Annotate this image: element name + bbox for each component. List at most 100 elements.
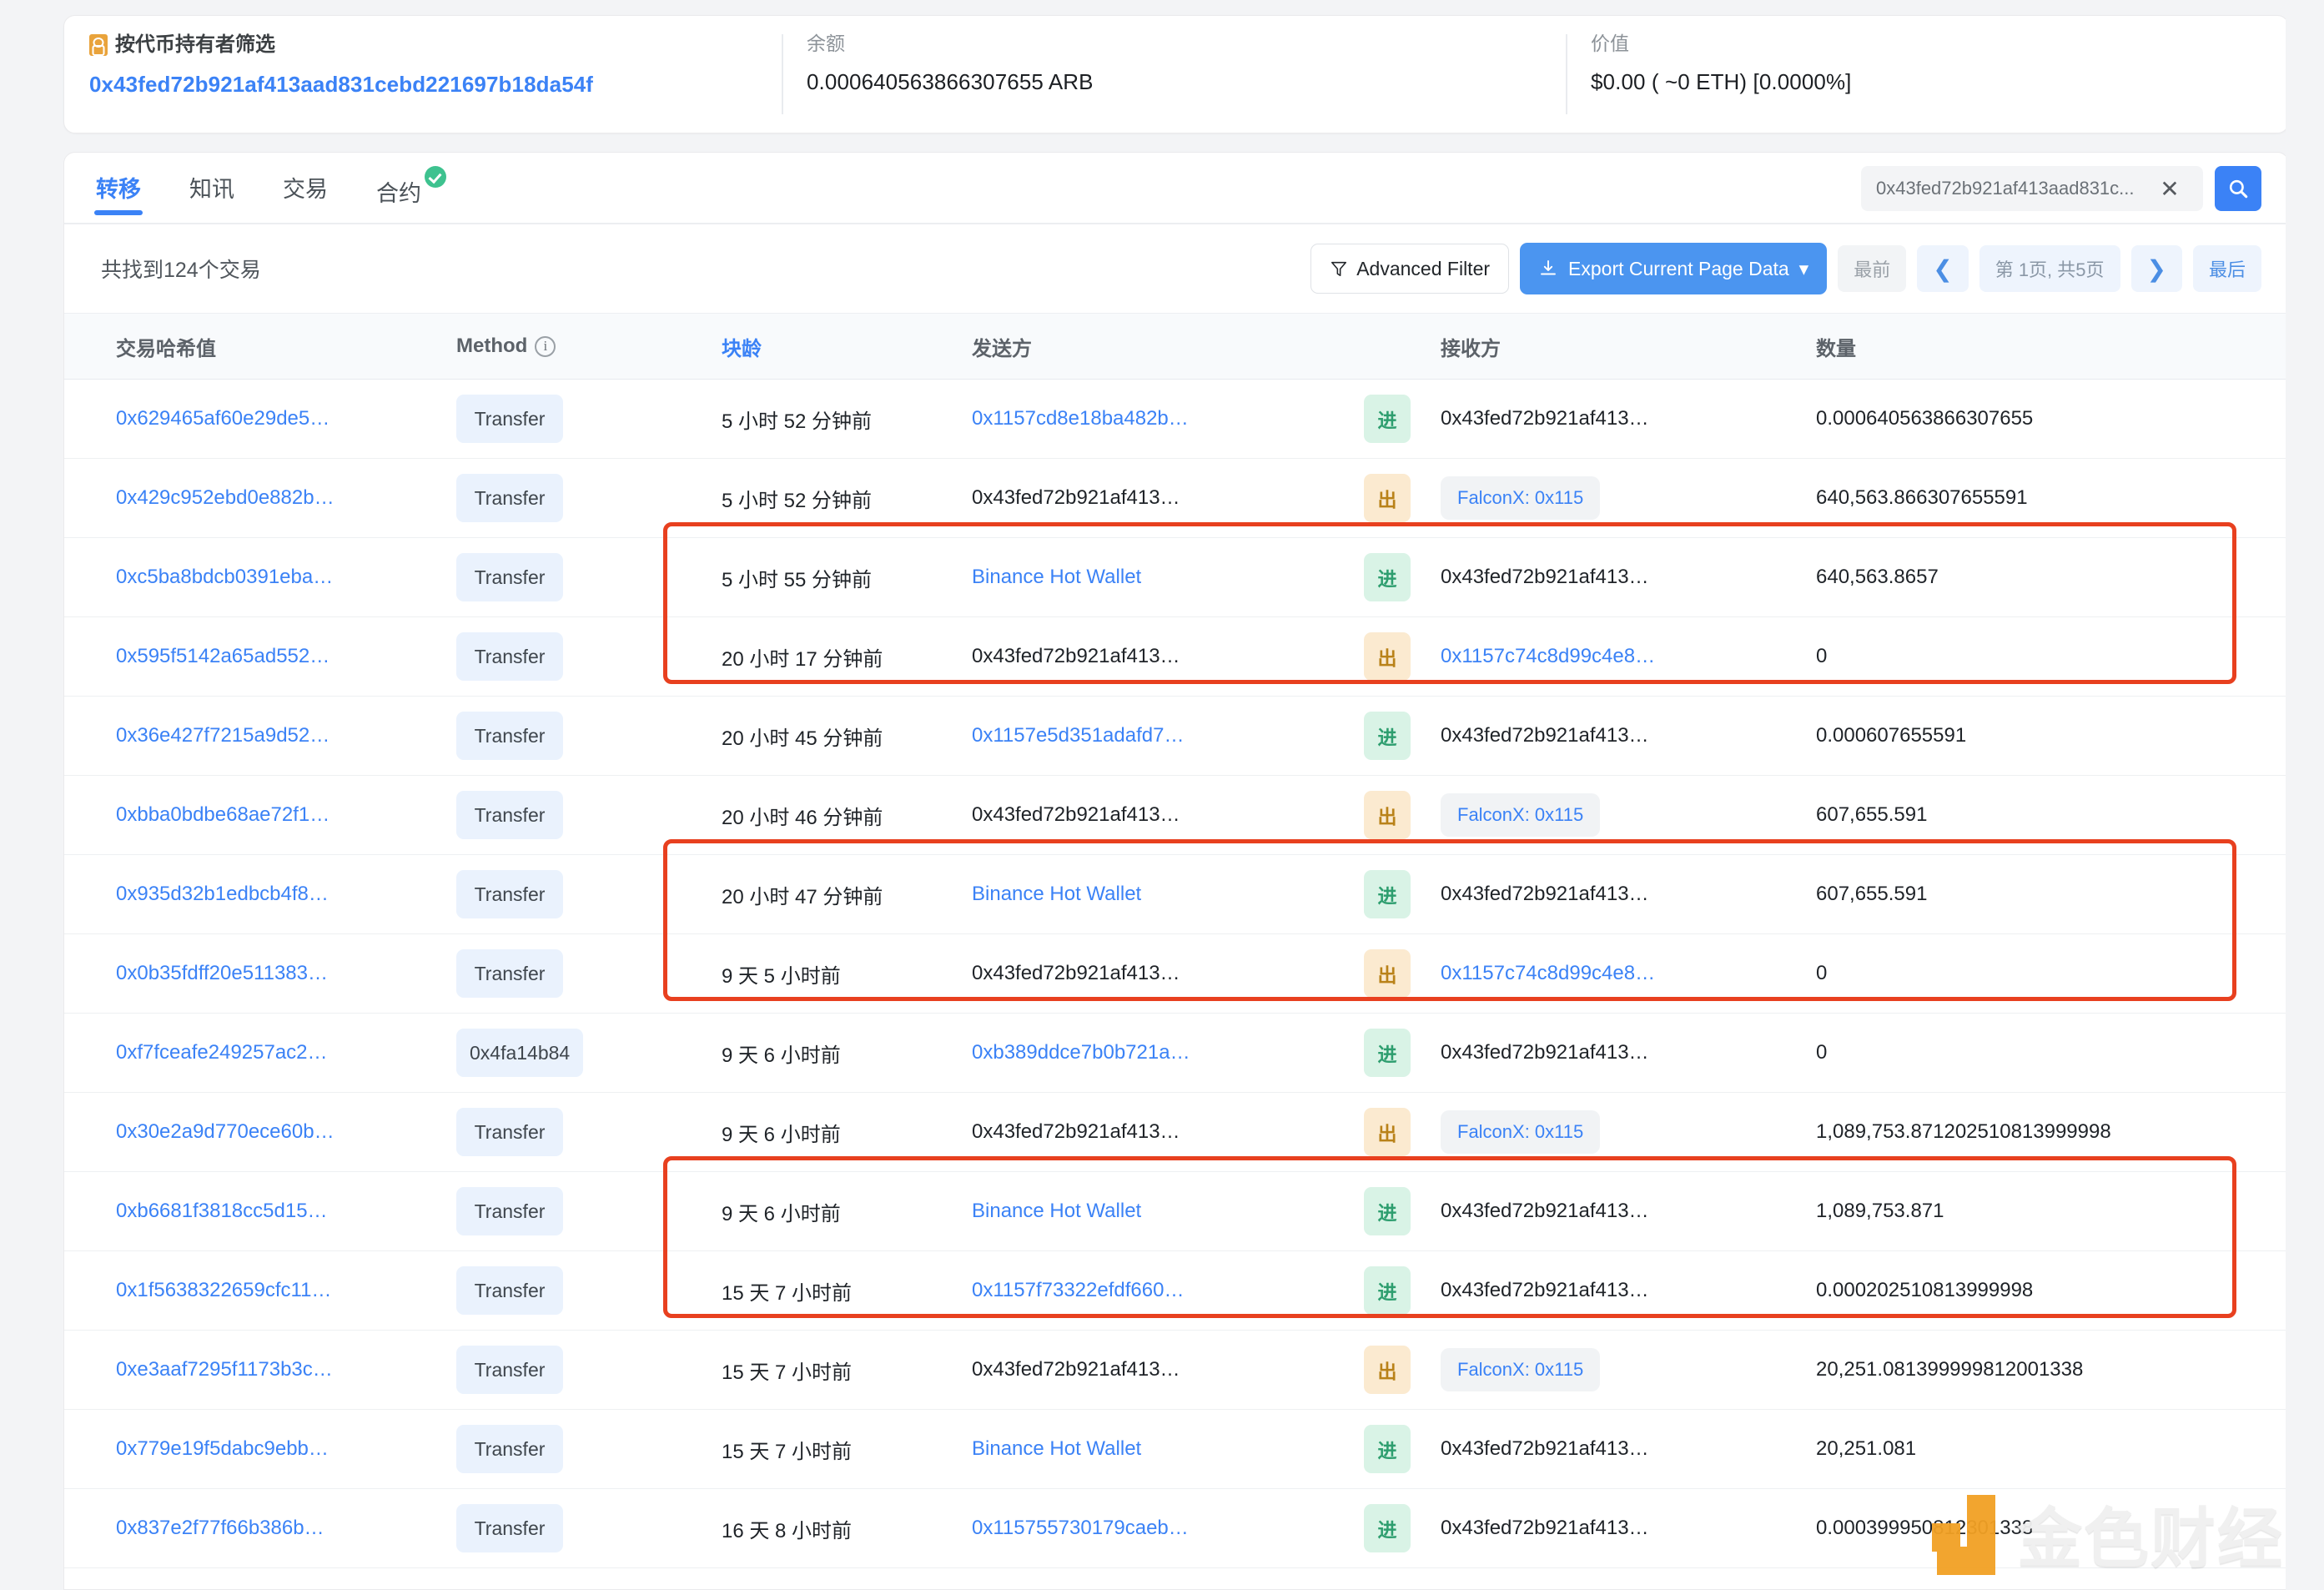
cell-direction: 进 bbox=[1364, 395, 1441, 443]
cell-to: 0x43fed72b921af413… bbox=[1441, 724, 1816, 747]
table-header-row: 交易哈希值 Method i 块龄 发送方 接收方 数量 bbox=[64, 313, 2288, 380]
to-address-tag[interactable]: FalconX: 0x115 bbox=[1441, 793, 1601, 837]
tx-hash-link[interactable]: 0x429c952ebd0e882b… bbox=[116, 486, 335, 509]
tx-hash-link[interactable]: 0xf7fceafe249257ac2… bbox=[116, 1041, 328, 1064]
column-header-age[interactable]: 块龄 bbox=[722, 332, 972, 361]
to-address-tag[interactable]: FalconX: 0x115 bbox=[1441, 1348, 1601, 1391]
method-badge[interactable]: Transfer bbox=[456, 1266, 563, 1315]
export-label: Export Current Page Data bbox=[1568, 257, 1789, 279]
cell-method: 0x4fa14b84 bbox=[456, 1029, 722, 1077]
tx-hash-link[interactable]: 0xc5ba8bdcb0391eba… bbox=[116, 566, 333, 588]
direction-in-badge: 进 bbox=[1364, 553, 1411, 601]
search-button[interactable] bbox=[2215, 166, 2261, 211]
from-address-text: 0x43fed72b921af413… bbox=[972, 1120, 1180, 1143]
method-badge[interactable]: Transfer bbox=[456, 474, 563, 522]
from-address-link[interactable]: Binance Hot Wallet bbox=[972, 883, 1141, 905]
tx-hash-link[interactable]: 0x837e2f77f66b386b… bbox=[116, 1517, 324, 1539]
direction-out-badge: 出 bbox=[1364, 791, 1411, 839]
method-badge[interactable]: Transfer bbox=[456, 1346, 563, 1394]
tab-contract[interactable]: 合约 bbox=[376, 153, 446, 208]
tx-hash-link[interactable]: 0x30e2a9d770ece60b… bbox=[116, 1120, 335, 1143]
to-address-tag[interactable]: FalconX: 0x115 bbox=[1441, 1110, 1601, 1154]
pagination-last-button[interactable]: 最后 bbox=[2192, 245, 2261, 292]
method-badge[interactable]: Transfer bbox=[456, 712, 563, 760]
table-row: 0x935d32b1edbcb4f8… Transfer 20 小时 47 分钟前 B… bbox=[64, 855, 2288, 934]
pagination-prev-button[interactable]: ❮ bbox=[1917, 245, 1969, 292]
method-badge[interactable]: Transfer bbox=[456, 949, 563, 998]
tx-hash-link[interactable]: 0xb6681f3818cc5d15… bbox=[116, 1200, 328, 1222]
tx-hash-link[interactable]: 0xbba0bdbe68ae72f1… bbox=[116, 803, 329, 826]
chevron-down-icon: ▾ bbox=[1798, 257, 1809, 279]
tx-hash-link[interactable]: 0x779e19f5dabc9ebb… bbox=[116, 1437, 329, 1460]
cell-direction: 出 bbox=[1364, 1346, 1441, 1394]
cell-tx-hash: 0x36e427f7215a9d52… bbox=[64, 724, 456, 747]
method-badge[interactable]: Transfer bbox=[456, 553, 563, 601]
to-address-tag[interactable]: FalconX: 0x115 bbox=[1441, 476, 1601, 520]
cell-from: 0x1157cd8e18ba482b… bbox=[972, 407, 1364, 430]
method-badge[interactable]: Transfer bbox=[456, 870, 563, 918]
cell-age: 20 小时 17 分钟前 bbox=[722, 647, 883, 671]
cell-age: 9 天 5 小时前 bbox=[722, 964, 841, 988]
cell-method: Transfer bbox=[456, 1266, 722, 1315]
column-header-from: 发送方 bbox=[972, 337, 1032, 360]
from-address-link[interactable]: 0x1157cd8e18ba482b… bbox=[972, 407, 1189, 430]
export-current-page-button[interactable]: Export Current Page Data ▾ bbox=[1520, 243, 1828, 294]
cell-from: 0x1157f73322efdf660… bbox=[972, 1279, 1364, 1302]
search-input[interactable] bbox=[1876, 178, 2151, 199]
column-header-method-label: Method bbox=[456, 335, 528, 357]
cell-tx-hash: 0x935d32b1edbcb4f8… bbox=[64, 883, 456, 906]
cell-direction: 进 bbox=[1364, 712, 1441, 760]
cell-tx-hash: 0xb6681f3818cc5d15… bbox=[64, 1200, 456, 1223]
direction-in-badge: 进 bbox=[1364, 712, 1411, 760]
table-row: 0xc5ba8bdcb0391eba… Transfer 5 小时 55 分钟前 Bi… bbox=[64, 538, 2288, 617]
cell-tx-hash: 0x30e2a9d770ece60b… bbox=[64, 1120, 456, 1144]
method-badge[interactable]: Transfer bbox=[456, 1425, 563, 1473]
tab-info[interactable]: 知讯 bbox=[189, 153, 234, 204]
tab-transfers-label: 转移 bbox=[96, 177, 141, 202]
clear-icon[interactable]: ✕ bbox=[2151, 170, 2188, 207]
pagination-first-button[interactable]: 最前 bbox=[1838, 245, 1907, 292]
tx-hash-link[interactable]: 0x1f5638322659cfc11… bbox=[116, 1279, 331, 1301]
tx-hash-link[interactable]: 0x36e427f7215a9d52… bbox=[116, 724, 329, 747]
cell-from: Binance Hot Wallet bbox=[972, 883, 1364, 906]
from-address-link[interactable]: 0x1157e5d351adafd7… bbox=[972, 724, 1184, 747]
from-address-link[interactable]: Binance Hot Wallet bbox=[972, 1437, 1141, 1460]
pagination-next-button[interactable]: ❯ bbox=[2130, 245, 2182, 292]
to-address-text: 0x43fed72b921af413… bbox=[1441, 724, 1649, 747]
from-address-link[interactable]: 0x1157f73322efdf660… bbox=[972, 1279, 1184, 1301]
from-address-link[interactable]: Binance Hot Wallet bbox=[972, 566, 1141, 588]
method-badge[interactable]: Transfer bbox=[456, 632, 563, 681]
tx-hash-link[interactable]: 0x0b35fdff20e511383… bbox=[116, 962, 328, 984]
info-icon[interactable]: i bbox=[535, 335, 556, 357]
cell-to: 0x43fed72b921af413… bbox=[1441, 1437, 1816, 1461]
tx-hash-link[interactable]: 0xe3aaf7295f1173b3c… bbox=[116, 1358, 333, 1381]
method-badge[interactable]: 0x4fa14b84 bbox=[456, 1029, 584, 1077]
method-badge[interactable]: Transfer bbox=[456, 1504, 563, 1552]
tx-hash-link[interactable]: 0x595f5142a65ad552… bbox=[116, 645, 329, 667]
tab-transfers[interactable]: 转移 bbox=[94, 153, 143, 215]
advanced-filter-button[interactable]: Advanced Filter bbox=[1310, 244, 1510, 294]
method-badge[interactable]: Transfer bbox=[456, 1187, 563, 1235]
method-badge[interactable]: Transfer bbox=[456, 1108, 563, 1156]
direction-out-badge: 出 bbox=[1364, 949, 1411, 998]
to-address-link[interactable]: 0x1157c74c8d99c4e8… bbox=[1441, 962, 1655, 984]
tab-info-label: 知讯 bbox=[189, 177, 234, 202]
from-address-link[interactable]: 0x115755730179caeb… bbox=[972, 1517, 1189, 1539]
tx-hash-link[interactable]: 0x629465af60e29de5… bbox=[116, 407, 329, 430]
cell-age: 5 小时 55 分钟前 bbox=[722, 568, 873, 591]
from-address-link[interactable]: 0xb389ddce7b0b721a… bbox=[972, 1041, 1190, 1064]
cell-to: FalconX: 0x115 bbox=[1441, 1348, 1816, 1391]
column-header-amount: 数量 bbox=[1816, 337, 1856, 360]
from-address-link[interactable]: Binance Hot Wallet bbox=[972, 1200, 1141, 1222]
method-badge[interactable]: Transfer bbox=[456, 791, 563, 839]
cell-method: Transfer bbox=[456, 474, 722, 522]
cell-method: Transfer bbox=[456, 1504, 722, 1552]
table-toolbar: 共找到124个交易 Advanced Filter Export Current… bbox=[64, 224, 2288, 313]
table-row: 0x1f5638322659cfc11… Transfer 15 天 7 小时前 0x… bbox=[64, 1251, 2288, 1331]
table-row: 0x595f5142a65ad552… Transfer 20 小时 17 分钟前 0… bbox=[64, 617, 2288, 697]
tx-hash-link[interactable]: 0x935d32b1edbcb4f8… bbox=[116, 883, 329, 905]
to-address-link[interactable]: 0x1157c74c8d99c4e8… bbox=[1441, 645, 1655, 667]
method-badge[interactable]: Transfer bbox=[456, 395, 563, 443]
tab-transactions[interactable]: 交易 bbox=[283, 153, 328, 204]
holder-address-link[interactable]: 0x43fed72b921af413aad831cebd221697b18da5… bbox=[89, 72, 757, 98]
